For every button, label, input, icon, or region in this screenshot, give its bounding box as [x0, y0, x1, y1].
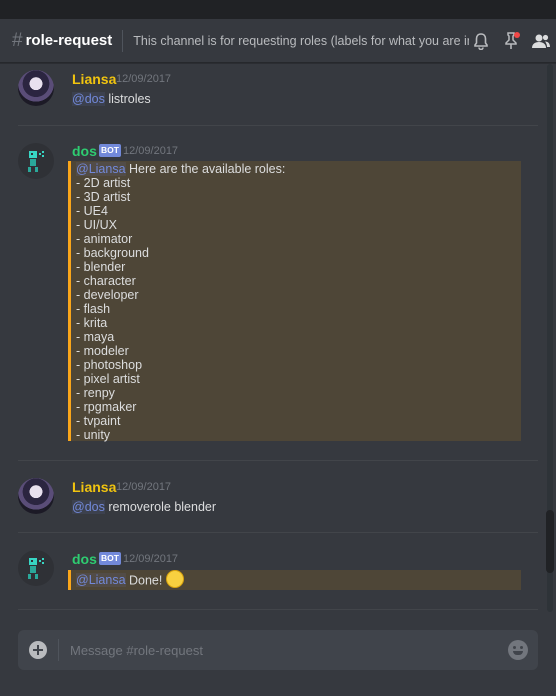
- user-mention[interactable]: @dos: [72, 500, 105, 514]
- timestamp: 12/09/2017: [123, 145, 179, 157]
- avatar[interactable]: [18, 70, 54, 106]
- role-list-item: - character: [76, 274, 136, 288]
- role-list-item: - UI/UX: [76, 218, 117, 232]
- timestamp: 12/09/2017: [116, 481, 172, 493]
- message-content: @Liansa Here are the available roles: - …: [76, 162, 285, 442]
- message-text: Done!: [125, 573, 166, 588]
- add-attachment-icon[interactable]: [29, 641, 47, 659]
- avatar[interactable]: [18, 478, 54, 514]
- username[interactable]: Liansa: [72, 71, 116, 87]
- role-list-item: - flash: [76, 302, 111, 316]
- message-content: @Liansa Done!: [76, 570, 184, 590]
- role-list-item: - modeler: [76, 344, 129, 358]
- user-mention[interactable]: @dos: [72, 92, 105, 106]
- user-mention[interactable]: @Liansa: [76, 573, 126, 588]
- timestamp: 12/09/2017: [116, 73, 172, 85]
- role-list-item: - 2D artist: [76, 176, 131, 190]
- avatar[interactable]: [18, 550, 54, 586]
- message-content: @dos listroles: [72, 92, 151, 106]
- message-content: @dos removerole blender: [72, 500, 216, 514]
- message-text: removerole blender: [104, 500, 217, 514]
- message-input[interactable]: [70, 630, 490, 670]
- mention-highlight: @Liansa Done!: [68, 570, 521, 590]
- username[interactable]: dos: [72, 551, 97, 567]
- window-top-strip: [0, 0, 556, 19]
- role-list-item: - blender: [76, 260, 126, 274]
- username[interactable]: Liansa: [72, 479, 116, 495]
- channel-hash-icon: #: [12, 29, 23, 51]
- role-list-item: - 3D artist: [76, 190, 131, 204]
- avatar[interactable]: [18, 143, 54, 179]
- channel-header: # role-request This channel is for reque…: [0, 19, 556, 63]
- unread-pin-dot: [514, 32, 520, 38]
- role-list-item: - background: [76, 246, 149, 260]
- channel-name: role-request: [25, 32, 113, 49]
- message-text: listroles: [104, 92, 151, 106]
- message-divider: [18, 609, 538, 610]
- role-list-item: - krita: [76, 316, 108, 330]
- bot-tag: BOT: [99, 552, 121, 565]
- message-divider: [18, 532, 538, 533]
- role-list-item: - animator: [76, 232, 133, 246]
- role-list-item: - pixel artist: [76, 372, 140, 386]
- role-list-item: - unity: [76, 428, 111, 442]
- message-divider: [18, 460, 538, 461]
- user-mention[interactable]: @Liansa: [76, 162, 126, 176]
- header-divider: [122, 29, 124, 52]
- composer-divider: [58, 639, 59, 661]
- mention-highlight: @Liansa Here are the available roles: - …: [68, 161, 521, 442]
- username[interactable]: dos: [72, 143, 97, 159]
- message-text: Here are the available roles:: [125, 162, 286, 176]
- message-list[interactable]: Liansa 12/09/2017 @dos listroles dos BOT…: [0, 64, 546, 612]
- message-composer: [18, 630, 538, 670]
- emoji-picker-icon[interactable]: [508, 640, 528, 660]
- bell-icon[interactable]: [466, 19, 496, 63]
- message-divider: [18, 125, 538, 126]
- role-list-item: - rpgmaker: [76, 400, 137, 414]
- role-list-item: - developer: [76, 288, 139, 302]
- members-icon[interactable]: [526, 19, 556, 63]
- channel-topic[interactable]: This channel is for requesting roles (la…: [133, 34, 469, 48]
- role-list-item: - renpy: [76, 386, 115, 400]
- pin-icon[interactable]: [496, 19, 526, 63]
- smiley-emoji-icon: [165, 570, 184, 588]
- role-list-item: - tvpaint: [76, 414, 121, 428]
- role-list-item: - photoshop: [76, 358, 143, 372]
- role-list-item: - maya: [76, 330, 115, 344]
- robot-avatar-icon: [28, 151, 44, 172]
- bot-tag: BOT: [99, 144, 121, 157]
- robot-avatar-icon: [28, 558, 44, 579]
- scrollbar-thumb[interactable]: [546, 510, 554, 573]
- role-list-item: - UE4: [76, 204, 108, 218]
- timestamp: 12/09/2017: [123, 553, 179, 565]
